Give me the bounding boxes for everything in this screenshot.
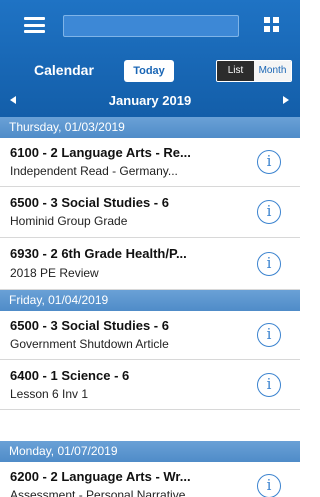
hamburger-menu-icon[interactable]: [24, 17, 45, 33]
assignment-row[interactable]: 6100 - 2 Language Arts - Re... Independe…: [0, 138, 300, 187]
calendar-label: Calendar: [34, 62, 94, 78]
assignment-title: 6930 - 2 6th Grade Health/P...: [10, 246, 187, 261]
grid-menu-icon[interactable]: [264, 17, 279, 32]
assignment-title: 6400 - 1 Science - 6: [10, 368, 130, 383]
assignment-subtitle: Government Shutdown Article: [10, 337, 169, 351]
month-title: January 2019: [108, 93, 192, 108]
assignment-row[interactable]: 6200 - 2 Language Arts - Wr... Assessmen…: [0, 462, 300, 497]
assignment-row[interactable]: 6500 - 3 Social Studies - 6 Government S…: [0, 311, 300, 360]
info-icon[interactable]: i: [257, 323, 281, 347]
assignment-subtitle: 2018 PE Review: [10, 266, 99, 280]
assignment-title: 6500 - 3 Social Studies - 6: [10, 195, 169, 210]
assignment-subtitle: Hominid Group Grade: [10, 214, 128, 228]
info-icon[interactable]: i: [257, 200, 281, 224]
day-header-monday: Monday, 01/07/2019: [0, 441, 300, 462]
info-icon[interactable]: i: [257, 150, 281, 174]
info-icon[interactable]: i: [257, 252, 281, 276]
today-button[interactable]: Today: [124, 60, 174, 82]
assignment-subtitle: Independent Read - Germany...: [10, 164, 178, 178]
assignment-title: 6200 - 2 Language Arts - Wr...: [10, 469, 191, 484]
info-icon[interactable]: i: [257, 474, 281, 497]
assignment-row[interactable]: 6930 - 2 6th Grade Health/P... 2018 PE R…: [0, 238, 300, 290]
top-header: Calendar Today List Month January 2019: [0, 0, 300, 117]
day-header-friday: Friday, 01/04/2019: [0, 290, 300, 311]
assignment-title: 6500 - 3 Social Studies - 6: [10, 318, 169, 333]
view-toggle: List Month: [216, 60, 292, 82]
assignment-row[interactable]: 6400 - 1 Science - 6 Lesson 6 Inv 1 i: [0, 360, 300, 410]
month-view-button[interactable]: Month: [254, 61, 291, 81]
search-input[interactable]: [63, 15, 239, 37]
assignment-row[interactable]: 6500 - 3 Social Studies - 6 Hominid Grou…: [0, 187, 300, 238]
list-view-button[interactable]: List: [217, 61, 254, 81]
info-icon[interactable]: i: [257, 373, 281, 397]
assignment-subtitle: Lesson 6 Inv 1: [10, 387, 89, 401]
next-month-icon[interactable]: [283, 96, 289, 104]
assignment-title: 6100 - 2 Language Arts - Re...: [10, 145, 191, 160]
day-header-thursday: Thursday, 01/03/2019: [0, 117, 300, 138]
assignment-subtitle: Assessment - Personal Narrative: [10, 488, 186, 497]
